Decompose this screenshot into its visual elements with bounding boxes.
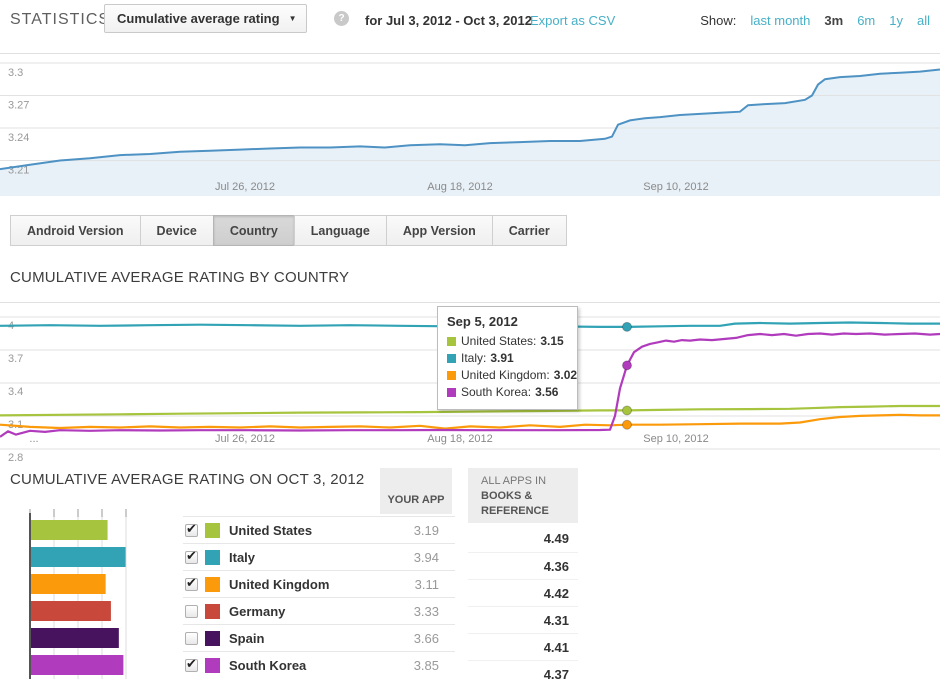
metric-dropdown[interactable]: Cumulative average rating ▼ bbox=[104, 4, 307, 33]
overall-rating-chart[interactable]: 3.33.273.243.21Jul 26, 2012Aug 18, 2012S… bbox=[0, 53, 940, 196]
table-row: United States 3.19 bbox=[183, 516, 455, 543]
top-bar: STATISTICS Cumulative average rating ▼ ?… bbox=[0, 0, 940, 44]
country-name: United Kingdom bbox=[229, 577, 329, 592]
your-app-value: 3.33 bbox=[414, 604, 439, 619]
all-apps-value: 4.41 bbox=[468, 633, 578, 660]
country-name: United States bbox=[229, 523, 312, 538]
country-checkbox[interactable] bbox=[185, 524, 198, 537]
country-checkbox[interactable] bbox=[185, 632, 198, 645]
svg-text:3.24: 3.24 bbox=[8, 132, 29, 144]
country-color-swatch bbox=[205, 523, 220, 538]
svg-text:3.3: 3.3 bbox=[8, 67, 23, 79]
svg-text:Sep 10, 2012: Sep 10, 2012 bbox=[643, 181, 708, 193]
svg-text:3.27: 3.27 bbox=[8, 99, 29, 111]
your-app-value: 3.11 bbox=[415, 577, 439, 592]
table-row: Germany 3.33 bbox=[183, 597, 455, 624]
svg-text:Aug 18, 2012: Aug 18, 2012 bbox=[427, 181, 492, 193]
svg-text:2.8: 2.8 bbox=[8, 452, 23, 464]
series-swatch-icon bbox=[447, 388, 456, 397]
tab-carrier[interactable]: Carrier bbox=[492, 215, 567, 246]
tab-language[interactable]: Language bbox=[294, 215, 387, 246]
range-link-6m[interactable]: 6m bbox=[857, 13, 875, 28]
tab-app-version[interactable]: App Version bbox=[386, 215, 493, 246]
table-row: Spain 3.66 bbox=[183, 624, 455, 651]
all-apps-value: 4.49 bbox=[468, 525, 578, 552]
series-swatch-icon bbox=[447, 371, 456, 380]
country-color-swatch bbox=[205, 658, 220, 673]
tooltip-item: United States:3.15 bbox=[447, 333, 568, 350]
range-link-1y[interactable]: 1y bbox=[889, 13, 903, 28]
page-title: STATISTICS bbox=[10, 11, 110, 29]
svg-text:...: ... bbox=[29, 433, 38, 445]
section-title-by-country: CUMULATIVE AVERAGE RATING BY COUNTRY bbox=[10, 269, 349, 286]
country-table: United States 3.19 Italy 3.94 United Kingdom… bbox=[183, 516, 455, 678]
country-checkbox[interactable] bbox=[185, 551, 198, 564]
your-app-value: 3.94 bbox=[414, 550, 439, 565]
series-swatch-icon bbox=[447, 337, 456, 346]
country-name: Germany bbox=[229, 604, 285, 619]
your-app-value: 3.66 bbox=[414, 631, 439, 646]
country-bar-chart bbox=[24, 505, 184, 679]
country-checkbox[interactable] bbox=[185, 578, 198, 591]
tab-country[interactable]: Country bbox=[213, 215, 295, 246]
country-rating-chart-wrap: 43.73.43.12.8...Jul 26, 2012Aug 18, 2012… bbox=[0, 302, 940, 465]
all-apps-value: 4.31 bbox=[468, 606, 578, 633]
country-color-swatch bbox=[205, 631, 220, 646]
date-range-label: for Jul 3, 2012 - Oct 3, 2012 bbox=[365, 13, 532, 28]
all-apps-value: 4.42 bbox=[468, 579, 578, 606]
tooltip-item: Italy:3.91 bbox=[447, 350, 568, 367]
help-icon[interactable]: ? bbox=[334, 11, 349, 26]
country-checkbox[interactable] bbox=[185, 659, 198, 672]
dimension-tabs: Android VersionDeviceCountryLanguageApp … bbox=[10, 215, 567, 246]
tooltip-item: United Kingdom:3.02 bbox=[447, 367, 568, 384]
range-link-all[interactable]: all bbox=[917, 13, 930, 28]
svg-text:3.7: 3.7 bbox=[8, 353, 23, 365]
section-title-on-date: CUMULATIVE AVERAGE RATING ON OCT 3, 2012 bbox=[10, 471, 364, 488]
your-app-column-header: YOUR APP bbox=[380, 468, 452, 514]
tooltip-date: Sep 5, 2012 bbox=[447, 314, 568, 329]
range-link-3m[interactable]: 3m bbox=[824, 13, 843, 28]
chevron-down-icon: ▼ bbox=[289, 14, 297, 23]
country-name: Italy bbox=[229, 550, 255, 565]
country-color-swatch bbox=[205, 550, 220, 565]
country-name: Spain bbox=[229, 631, 264, 646]
svg-text:Jul 26, 2012: Jul 26, 2012 bbox=[215, 433, 275, 445]
svg-text:Jul 26, 2012: Jul 26, 2012 bbox=[215, 181, 275, 193]
svg-text:3.4: 3.4 bbox=[8, 386, 23, 398]
series-swatch-icon bbox=[447, 354, 456, 363]
all-apps-value: 4.37 bbox=[468, 660, 578, 687]
show-label: Show: bbox=[700, 13, 736, 28]
all-apps-column-header: ALL APPS IN BOOKS & REFERENCE bbox=[468, 468, 578, 523]
table-row: United Kingdom 3.11 bbox=[183, 570, 455, 597]
range-selector: Show: last month 3m 6m 1y all bbox=[700, 13, 930, 28]
chart-tooltip: Sep 5, 2012 United States:3.15Italy:3.91… bbox=[437, 306, 578, 410]
tooltip-item: South Korea:3.56 bbox=[447, 384, 568, 401]
table-row: South Korea 3.85 bbox=[183, 651, 455, 678]
svg-text:Sep 10, 2012: Sep 10, 2012 bbox=[643, 433, 708, 445]
table-row: Italy 3.94 bbox=[183, 543, 455, 570]
tab-device[interactable]: Device bbox=[140, 215, 214, 246]
all-apps-value: 4.36 bbox=[468, 552, 578, 579]
range-link-last-month[interactable]: last month bbox=[750, 13, 810, 28]
all-apps-values-column: 4.494.364.424.314.414.37 bbox=[468, 525, 578, 687]
country-name: South Korea bbox=[229, 658, 306, 673]
tab-android-version[interactable]: Android Version bbox=[10, 215, 141, 246]
country-color-swatch bbox=[205, 604, 220, 619]
country-checkbox[interactable] bbox=[185, 605, 198, 618]
export-csv-link[interactable]: Export as CSV bbox=[530, 13, 615, 28]
svg-text:Aug 18, 2012: Aug 18, 2012 bbox=[427, 433, 492, 445]
your-app-value: 3.85 bbox=[414, 658, 439, 673]
country-color-swatch bbox=[205, 577, 220, 592]
metric-dropdown-label: Cumulative average rating bbox=[117, 11, 280, 26]
your-app-value: 3.19 bbox=[414, 523, 439, 538]
